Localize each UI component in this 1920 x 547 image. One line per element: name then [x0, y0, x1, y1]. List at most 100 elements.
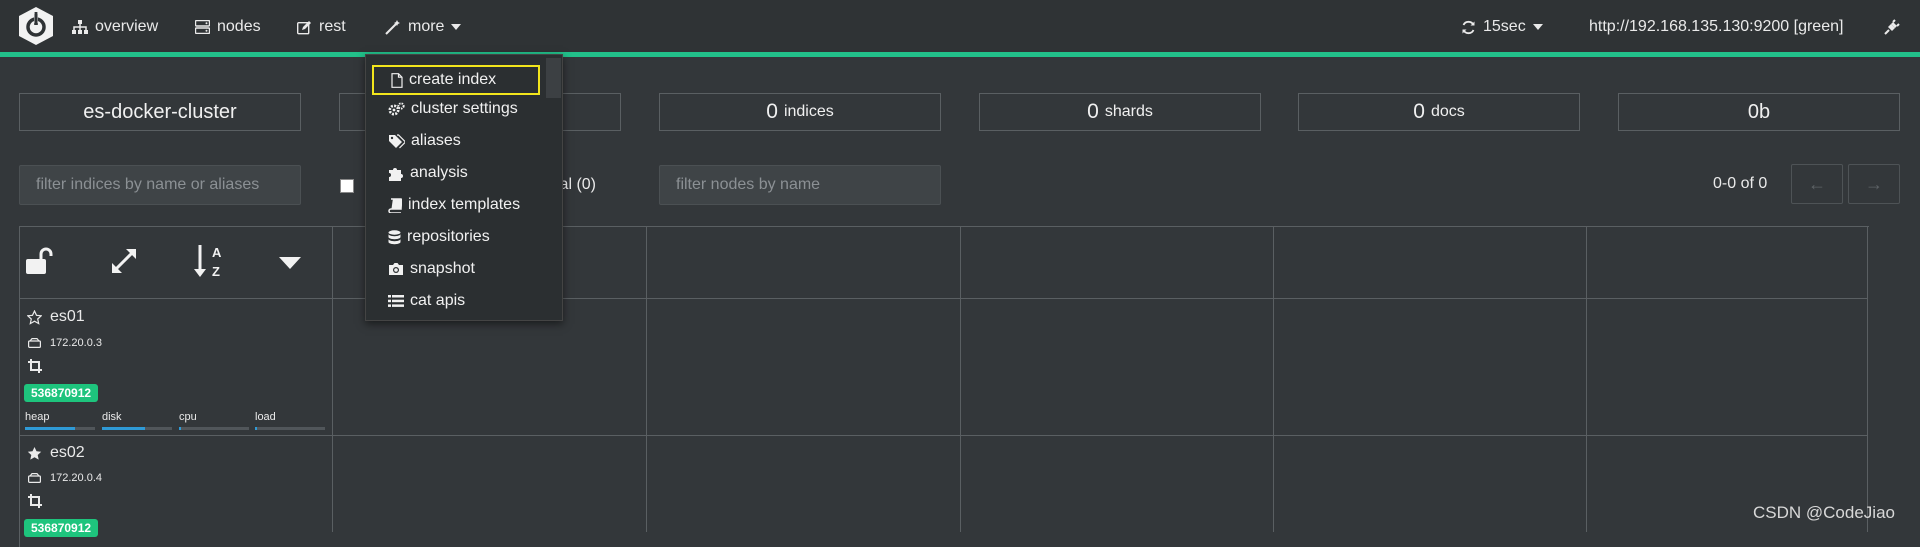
refresh-interval-label: 15sec — [1483, 18, 1526, 35]
cluster-name: es-docker-cluster — [83, 100, 237, 123]
menu-item-index-templates[interactable]: index templates — [388, 194, 520, 216]
refresh-interval-dropdown[interactable]: 15sec — [1461, 16, 1543, 38]
navbar-accent-line — [0, 52, 1920, 57]
menu-item-analysis[interactable]: analysis — [388, 162, 468, 184]
unlock-icon[interactable] — [25, 246, 57, 276]
heap-label: heap — [25, 411, 50, 423]
menu-item-label: aliases — [411, 132, 461, 149]
filter-nodes-input[interactable] — [659, 165, 941, 205]
disk-meter — [102, 427, 172, 430]
camera-icon — [389, 263, 403, 275]
nav-rest[interactable]: rest — [297, 16, 346, 38]
grid-col-divider — [1586, 226, 1587, 532]
node-name: es02 — [50, 444, 85, 461]
cerebro-logo-icon[interactable] — [17, 6, 55, 46]
node-ip-label: 172.20.0.3 — [50, 337, 102, 349]
more-dropdown-menu: create index cluster settings aliases an… — [365, 54, 563, 321]
indices-count: 0 — [766, 100, 778, 123]
nav-more-dropdown[interactable]: more — [385, 16, 462, 38]
stat-docs: 0 docs — [1298, 93, 1580, 131]
docs-count: 0 — [1413, 100, 1425, 123]
menu-item-snapshot[interactable]: snapshot — [388, 258, 475, 280]
hdd-icon — [28, 473, 41, 483]
crop-icon — [28, 494, 42, 508]
heap-meter — [25, 427, 95, 430]
menu-item-cat-apis[interactable]: cat apis — [388, 290, 465, 312]
stat-shards: 0 shards — [979, 93, 1261, 131]
node-row[interactable]: es01 — [27, 308, 85, 326]
list-icon — [388, 295, 404, 307]
cluster-url-label: http://192.168.135.130:9200 [green] — [1589, 18, 1844, 35]
grid-col-divider — [1273, 226, 1274, 532]
puzzle-piece-icon — [389, 167, 403, 181]
menu-item-label: analysis — [410, 164, 468, 181]
magic-wand-icon — [385, 20, 400, 35]
menu-item-repositories[interactable]: repositories — [388, 226, 490, 248]
shards-label: shards — [1104, 103, 1153, 120]
book-icon — [388, 197, 402, 213]
indices-label: indices — [783, 103, 834, 120]
prev-arrow: ← — [1808, 173, 1826, 194]
filter-indices-input[interactable] — [19, 165, 301, 205]
tags-icon — [389, 133, 405, 148]
shards-count: 0 — [1087, 100, 1099, 123]
prev-page-button[interactable]: ← — [1791, 164, 1843, 204]
crop-icon — [28, 359, 42, 373]
caret-down-icon — [451, 24, 462, 30]
svg-text:A: A — [212, 245, 222, 260]
caret-down-icon — [1532, 24, 1543, 30]
expand-icon[interactable] — [109, 246, 139, 276]
star-outline-icon — [27, 309, 42, 325]
stat-size: 0b — [1618, 93, 1900, 131]
node-badge: 536870912 — [24, 519, 99, 537]
grid-row-divider — [19, 298, 1868, 299]
plug-icon — [1884, 19, 1900, 35]
node-ip: 172.20.0.3 — [28, 337, 102, 349]
heap-meter-fill — [25, 427, 76, 430]
disk-label: disk — [102, 411, 122, 423]
file-icon — [391, 72, 403, 88]
menu-item-aliases[interactable]: aliases — [388, 130, 461, 152]
load-meter-fill — [255, 427, 258, 430]
stat-cluster-name: es-docker-cluster — [19, 93, 301, 131]
disk-meter-fill — [102, 427, 146, 430]
menu-item-label: cluster settings — [411, 100, 518, 117]
menu-scrollbar[interactable] — [546, 58, 561, 98]
cpu-meter — [179, 427, 249, 430]
nav-nodes[interactable]: nodes — [195, 16, 261, 38]
nav-nodes-label: nodes — [217, 18, 261, 35]
node-ip-label: 172.20.0.4 — [50, 472, 102, 484]
refresh-icon — [1462, 20, 1475, 34]
menu-item-label: cat apis — [410, 292, 466, 309]
nav-more-label: more — [408, 18, 445, 35]
menu-item-cluster-settings[interactable]: cluster settings — [388, 98, 518, 120]
pagination-info: 0-0 of 0 — [1713, 175, 1768, 192]
docs-label: docs — [1430, 103, 1465, 120]
svg-text:Z: Z — [212, 264, 220, 279]
node-ip: 172.20.0.4 — [28, 472, 102, 484]
menu-item-label: create index — [409, 71, 497, 88]
node-name: es01 — [50, 308, 85, 325]
server-icon — [195, 20, 210, 34]
show-special-checkbox[interactable] — [340, 179, 354, 193]
disconnect-button[interactable] — [1884, 16, 1900, 38]
node-row[interactable]: es02 — [27, 444, 85, 462]
watermark: CSDN @CodeJiao — [1753, 503, 1895, 522]
grid-col-divider — [646, 226, 647, 532]
next-page-button[interactable]: → — [1848, 164, 1900, 204]
cluster-grid — [19, 226, 1869, 547]
nav-overview[interactable]: overview — [72, 16, 158, 38]
node-badge: 536870912 — [24, 384, 99, 402]
nav-rest-label: rest — [319, 18, 346, 35]
menu-item-label: repositories — [407, 228, 490, 245]
cpu-label: cpu — [179, 411, 197, 423]
cogs-icon — [388, 101, 405, 115]
menu-item-label: snapshot — [410, 260, 475, 277]
caret-down-icon[interactable] — [279, 257, 301, 269]
menu-item-create-index[interactable]: create index — [391, 69, 496, 91]
sort-alpha-icon[interactable]: AZ — [193, 242, 229, 280]
sitemap-icon — [72, 20, 88, 34]
database-icon — [388, 229, 401, 244]
hdd-icon — [28, 338, 41, 348]
grid-col-divider — [332, 226, 333, 532]
